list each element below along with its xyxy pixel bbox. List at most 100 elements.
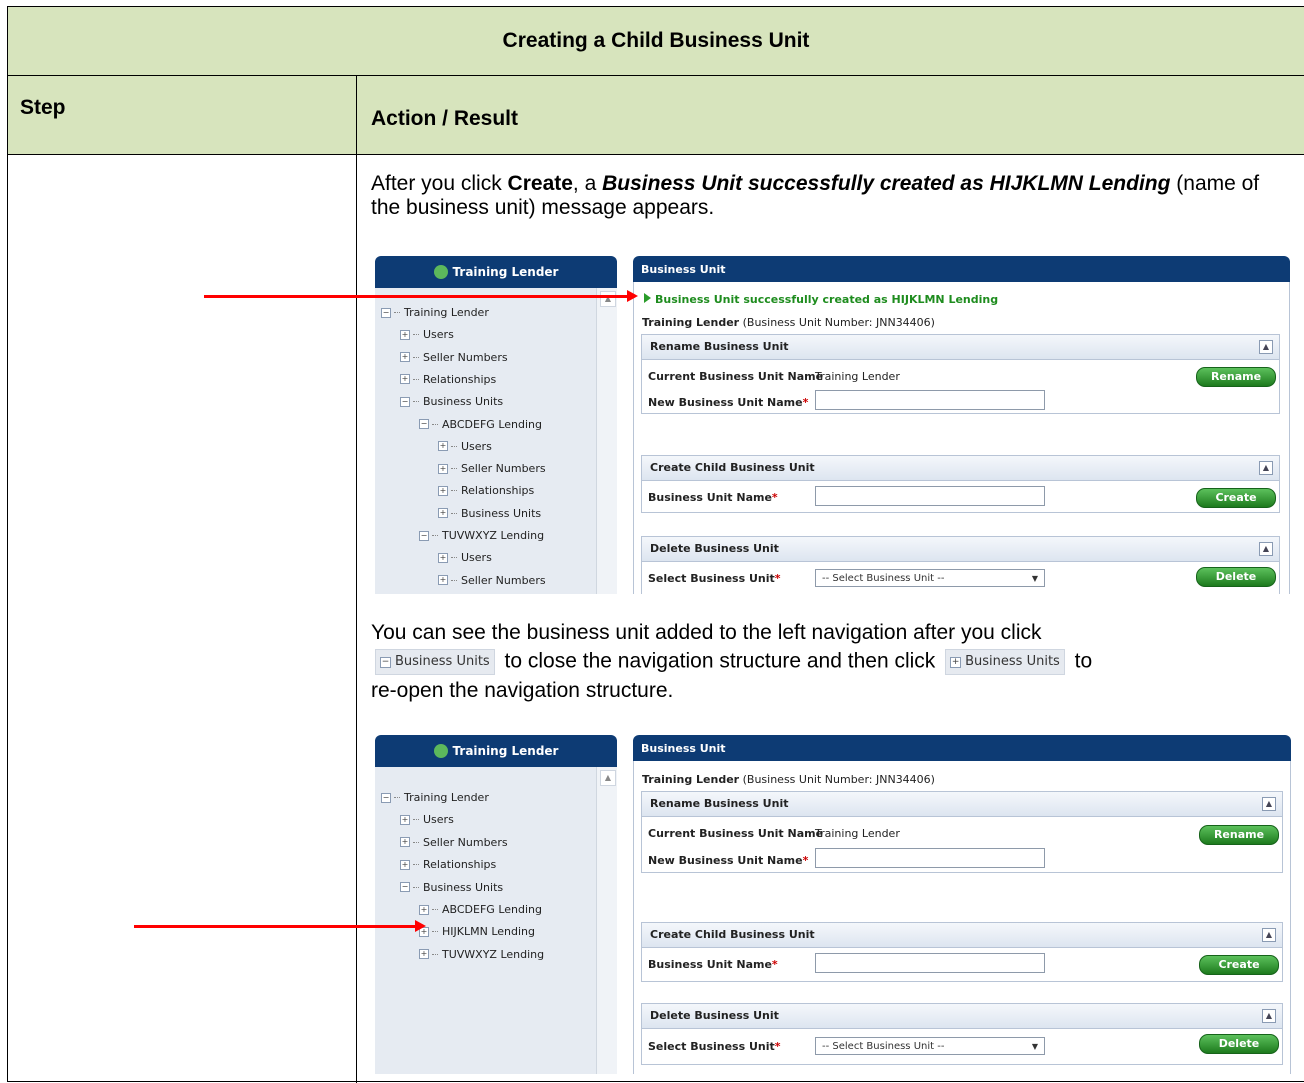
expand-icon[interactable]: + (400, 814, 410, 825)
tree-item[interactable]: + Seller Numbers (438, 574, 546, 587)
success-message: Business Unit successfully created as HI… (644, 293, 998, 306)
para1-text: After you click (371, 172, 508, 195)
collapse-icon[interactable]: − (381, 307, 391, 318)
nav-scrollbar[interactable]: ▲ (596, 288, 617, 594)
tree-item[interactable]: + Relationships (400, 373, 496, 386)
tree-item-label: Business Units (461, 506, 542, 520)
scroll-up-icon[interactable]: ▲ (600, 770, 616, 786)
tree-item[interactable]: − Training Lender (381, 306, 489, 319)
new-name-input[interactable] (815, 390, 1045, 410)
collapse-icon[interactable]: ▲ (1259, 542, 1273, 556)
select-bu-dropdown[interactable]: -- Select Business Unit -- ▼ (815, 569, 1045, 587)
expand-icon[interactable]: + (400, 837, 410, 848)
tree-item[interactable]: + ABCDEFG Lending (419, 903, 542, 916)
tree-connector (451, 445, 457, 447)
tree-item[interactable]: + Seller Numbers (400, 836, 508, 849)
tree-item-label: ABCDEFG Lending (442, 903, 542, 916)
arrow-to-new-tree-item (134, 920, 426, 932)
action-header: Action / Result (371, 107, 519, 130)
expand-icon[interactable]: + (400, 374, 410, 385)
tree-connector (451, 490, 457, 492)
tree-item[interactable]: + Users (438, 551, 492, 564)
tree-item[interactable]: − Training Lender (381, 791, 489, 804)
create-section: Create Child Business Unit ▲ Business Uni… (641, 455, 1280, 513)
rename-button[interactable]: Rename (1196, 367, 1276, 387)
procedure-table: Creating a Child Business Unit Step Acti… (7, 6, 1304, 1083)
expand-icon[interactable]: + (438, 485, 448, 496)
tree-item-label: Seller Numbers (461, 462, 546, 476)
success-icon (644, 293, 651, 303)
tree-connector (432, 423, 438, 425)
para1-bold-create: Create (507, 172, 573, 195)
collapse-business-units-chip: − Business Units (375, 649, 495, 675)
tree-item[interactable]: + Relationships (400, 858, 496, 871)
collapse-icon[interactable]: ▲ (1262, 797, 1276, 811)
tree-item-label: Relationships (423, 858, 497, 872)
tree-item[interactable]: − TUVWXYZ Lending (419, 529, 544, 542)
expand-icon[interactable]: + (438, 508, 448, 519)
chevron-down-icon: ▼ (1031, 1042, 1038, 1051)
tree-item[interactable]: + Relationships (438, 484, 534, 497)
expand-icon[interactable]: + (400, 329, 410, 340)
tree-item[interactable]: + Users (400, 813, 454, 826)
rename-button[interactable]: Rename (1199, 825, 1279, 845)
tree-item[interactable]: + TUVWXYZ Lending (419, 948, 544, 961)
tree-item[interactable]: + Business Units (438, 507, 541, 520)
tree-connector (413, 886, 419, 888)
collapse-icon[interactable]: − (419, 530, 429, 541)
tree-item[interactable]: − ABCDEFG Lending (419, 418, 542, 431)
expand-icon[interactable]: + (438, 463, 448, 474)
tree-connector (432, 909, 438, 910)
rename-section: Rename Business Unit ▲ Current Business U… (641, 334, 1280, 414)
delete-section-title: Delete Business Unit (650, 1009, 779, 1022)
tree-connector (413, 401, 419, 403)
tree-item[interactable]: +HIJKLMN Lending (419, 925, 535, 938)
tree-connector (413, 378, 419, 380)
current-name-value: Training Lender (815, 827, 900, 840)
tree-item[interactable]: − Business Units (400, 881, 503, 894)
expand-icon[interactable]: + (400, 352, 410, 363)
tree-item-label: Seller Numbers (461, 573, 546, 587)
delete-button[interactable]: Delete (1196, 567, 1276, 587)
tree-connector (413, 334, 419, 336)
collapse-icon[interactable]: ▲ (1262, 928, 1276, 942)
para2-line-3: re-open the navigation structure. (371, 679, 674, 702)
delete-section: Delete Business Unit ▲ Select Business Un… (641, 536, 1280, 594)
tree-item[interactable]: + Users (438, 440, 492, 453)
tree-item-label: Users (461, 551, 492, 565)
tree-item[interactable]: − Business Units (400, 395, 503, 408)
tree-item-label: Users (423, 813, 454, 827)
create-button[interactable]: Create (1199, 955, 1279, 975)
tree-item[interactable]: + Seller Numbers (400, 351, 508, 364)
expand-icon[interactable]: + (438, 575, 448, 586)
tree-item[interactable]: + Seller Numbers (438, 462, 546, 475)
delete-button[interactable]: Delete (1199, 1034, 1279, 1054)
expand-icon: + (950, 656, 962, 668)
new-name-input[interactable] (815, 848, 1045, 868)
scroll-up-icon[interactable]: ▲ (600, 291, 616, 307)
tree-connector (432, 535, 438, 536)
tree-item[interactable]: + Users (400, 328, 454, 341)
expand-icon[interactable]: + (400, 859, 410, 870)
nav-scrollbar[interactable]: ▲ (596, 767, 617, 1074)
select-bu-dropdown[interactable]: -- Select Business Unit -- ▼ (815, 1037, 1045, 1055)
collapse-icon[interactable]: ▲ (1259, 461, 1273, 475)
collapse-icon[interactable]: − (381, 792, 391, 803)
expand-icon[interactable]: + (419, 904, 429, 915)
bu-name-input[interactable] (815, 486, 1045, 506)
collapse-icon[interactable]: ▲ (1262, 1009, 1276, 1023)
expand-icon[interactable]: + (419, 949, 429, 960)
expand-icon[interactable]: + (438, 552, 448, 563)
create-button[interactable]: Create (1196, 488, 1276, 508)
tree-item-label: TUVWXYZ Lending (442, 529, 545, 542)
tree-connector (413, 864, 419, 866)
bu-name-input[interactable] (815, 953, 1045, 973)
rename-section-header: Rename Business Unit ▲ (642, 792, 1282, 817)
collapse-icon[interactable]: − (400, 882, 410, 893)
collapse-icon[interactable]: ▲ (1259, 340, 1273, 354)
delete-section: Delete Business Unit ▲ Select Business Un… (641, 1003, 1283, 1065)
collapse-icon[interactable]: − (419, 419, 429, 429)
expand-icon[interactable]: + (438, 441, 448, 452)
rename-section-title: Rename Business Unit (650, 340, 789, 353)
collapse-icon[interactable]: − (400, 396, 410, 407)
